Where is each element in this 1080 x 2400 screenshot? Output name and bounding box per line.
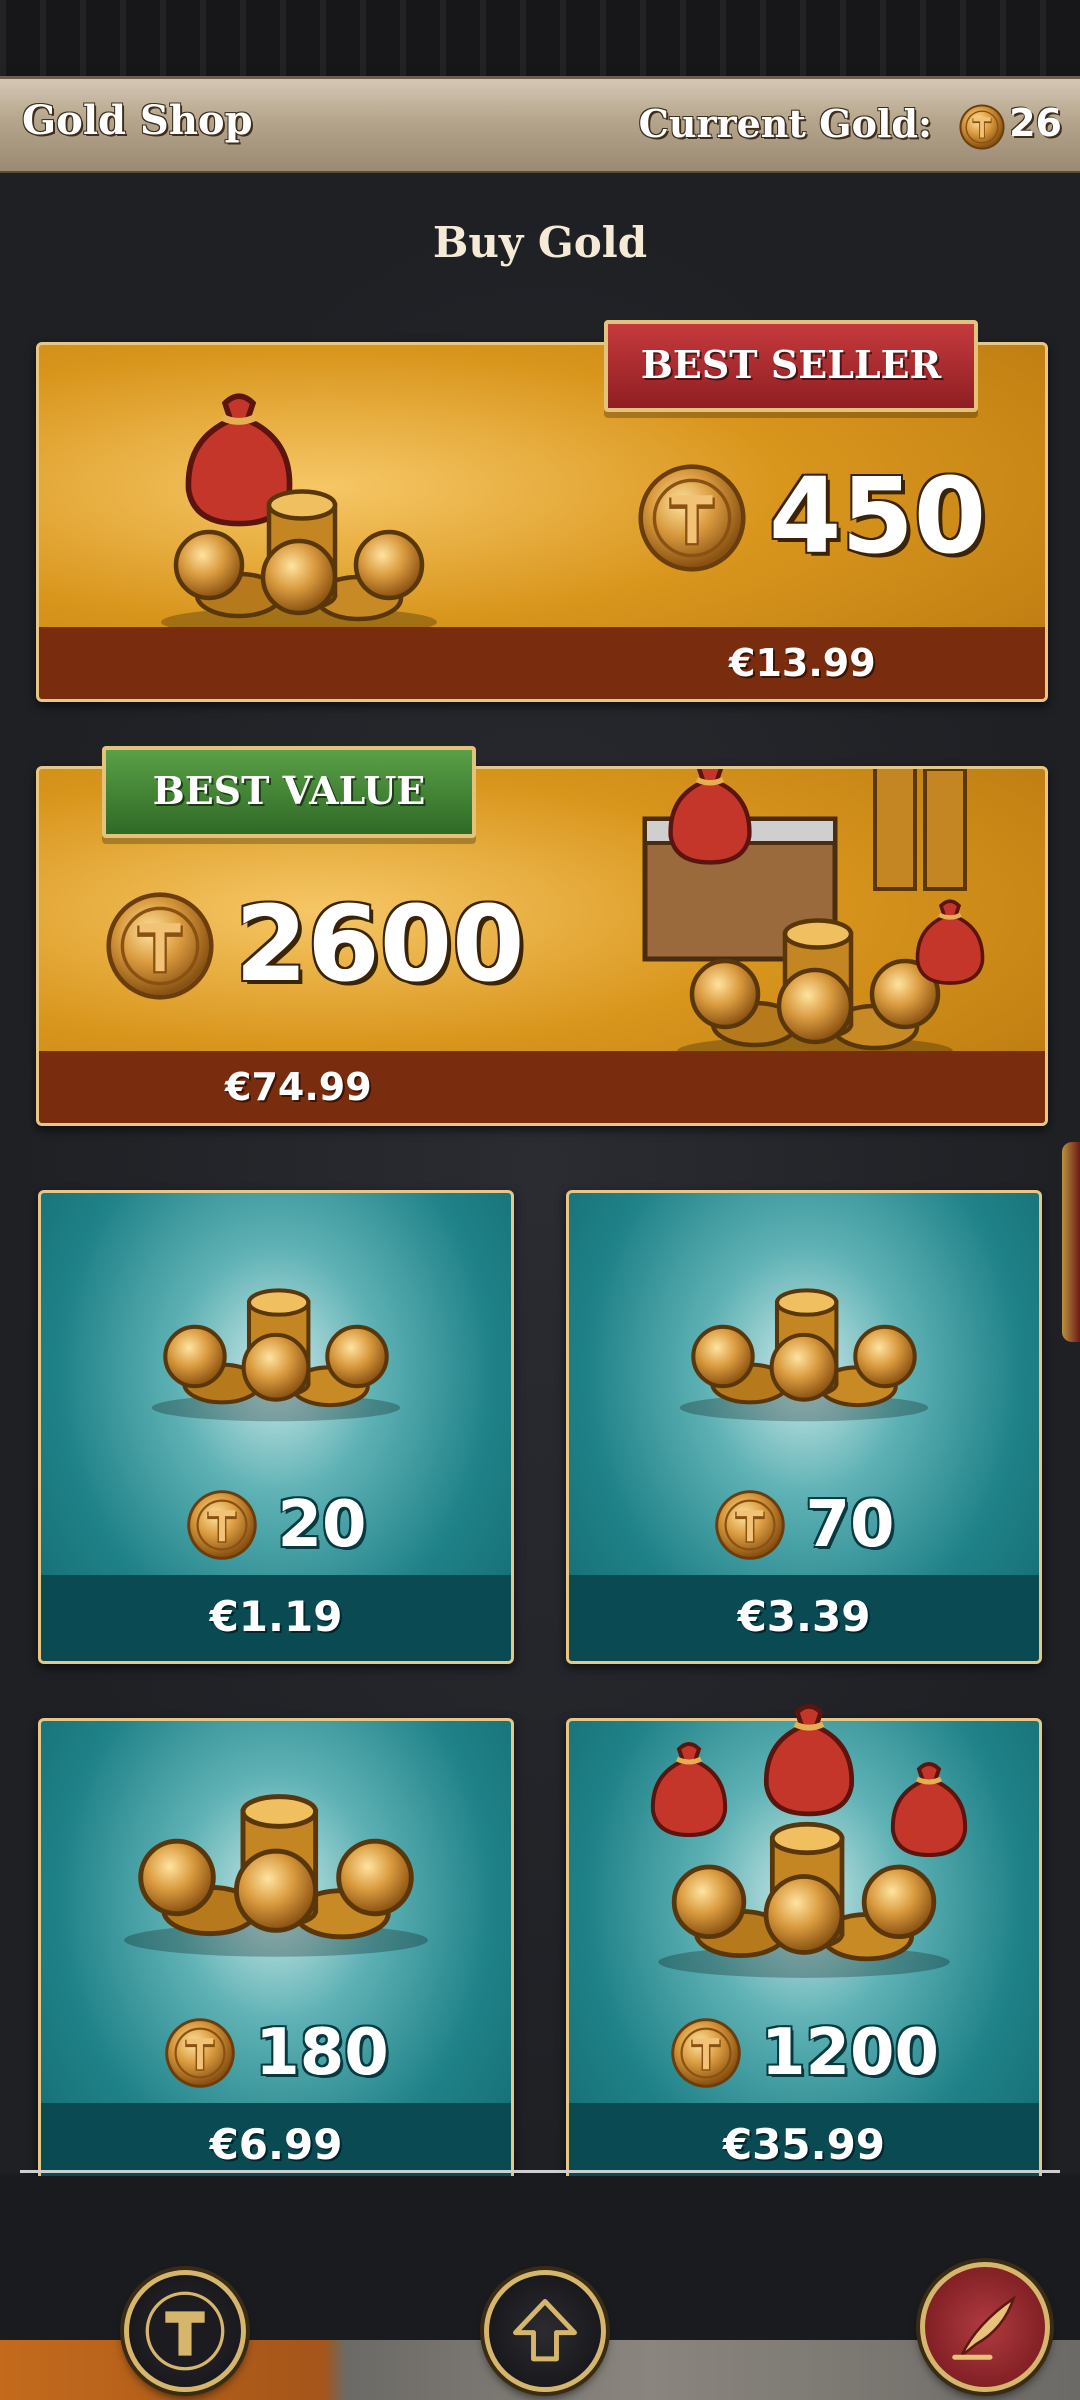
gold-pack-small-4[interactable]: 1200 €35.99 [566,1718,1042,2192]
gold-coin-icon [713,1488,787,1562]
pack-amount: 1200 [760,2016,940,2090]
gold-pile-icon [141,1243,411,1443]
gold-pile-icon [111,1741,441,1981]
gold-pack-small-2[interactable]: 70 €3.39 [566,1190,1042,1664]
pack-amount-row: 70 [569,1485,1039,1565]
pack-amount-row: 180 [41,2013,511,2093]
top-decor-strip [0,0,1080,78]
gold-pile-with-sack-icon [109,365,489,665]
gold-pack-small-1[interactable]: 20 €1.19 [38,1190,514,1664]
pack-amount: 450 [769,455,987,577]
gold-coin-icon [635,461,749,575]
gold-coin-icon [185,1488,259,1562]
pack-amount: 70 [805,1488,895,1562]
scroll-divider [20,2170,1060,2173]
nav-upgrade-button[interactable] [484,2270,606,2392]
quill-icon [952,2295,1016,2360]
page-title: Gold Shop [22,97,253,144]
price-bar [39,627,1045,699]
pack-amount: 180 [255,2016,389,2090]
gold-coin-icon [103,889,217,1003]
gold-coin-icon [669,2016,743,2090]
gold-pile-icon [669,1243,939,1443]
best-seller-ribbon: BEST SELLER [604,320,978,412]
current-gold-label: Current Gold: [638,101,932,146]
pack-amount-row: 1200 [569,2013,1039,2093]
best-value-ribbon: BEST VALUE [102,746,476,838]
pack-price: €3.39 [737,1592,871,1641]
gold-pile-with-sacks-icon [609,1691,999,1981]
pack-price: €6.99 [209,2120,343,2169]
pack-price: €35.99 [722,2120,886,2169]
pack-amount: 2600 [235,883,525,1005]
pack-price: €1.19 [209,1592,343,1641]
pack-amount-row: 20 [41,1485,511,1565]
nav-gold-shop-button[interactable] [124,2270,246,2392]
nav-quest-button[interactable] [920,2262,1050,2392]
upgrade-arrow-icon [513,2299,577,2362]
section-title: Buy Gold [432,218,648,267]
price-bar [39,1051,1045,1123]
pack-price: €74.99 [225,1065,372,1109]
pack-amount: 20 [277,1488,367,1562]
gold-pack-small-3[interactable]: 180 €6.99 [38,1718,514,2192]
current-gold-value: 26 [1009,101,1062,145]
pack-price: €13.99 [729,641,876,685]
gold-chest-icon [642,769,1025,1079]
side-scroll-tab[interactable] [1062,1142,1080,1342]
gold-coin-icon [163,2016,237,2090]
header-bar: Gold Shop Current Gold: 26 [0,76,1080,176]
gold-coin-nav-icon [145,2291,225,2371]
gold-coin-icon [958,103,1006,151]
